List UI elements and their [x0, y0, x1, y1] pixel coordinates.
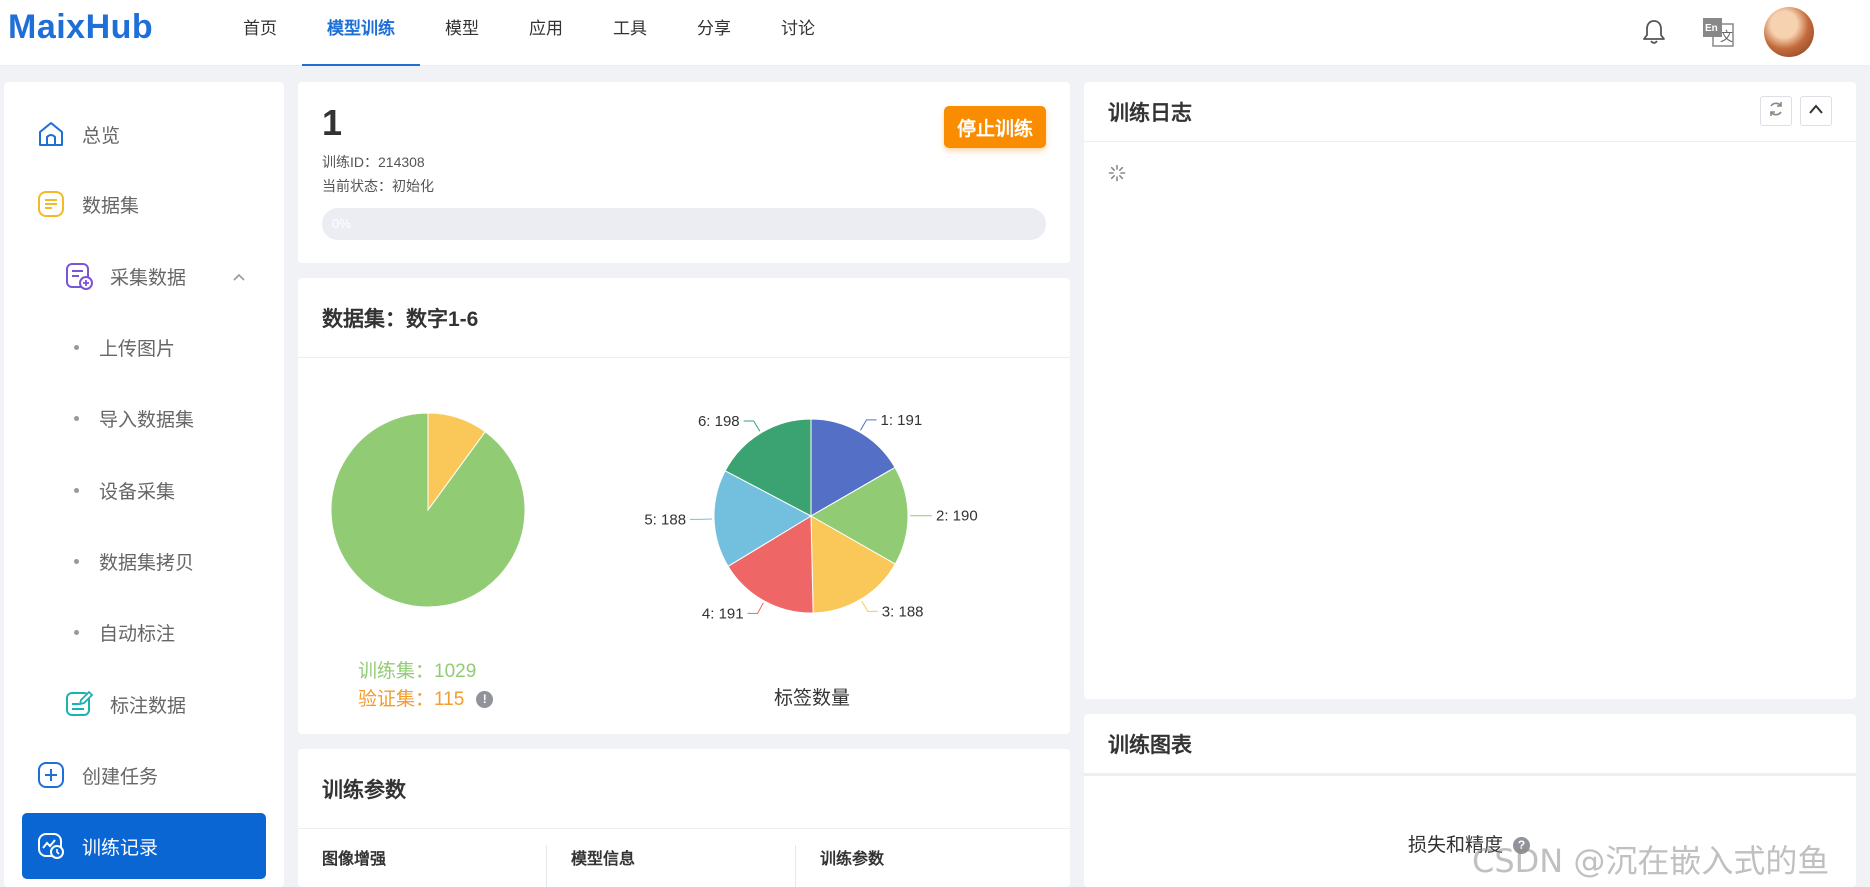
sidebar-item-label: 标注数据: [110, 695, 187, 717]
nav-model-training[interactable]: 模型训练: [302, 0, 420, 66]
sidebar-item-label: 导入数据集: [99, 409, 195, 431]
param-col-model-info: 模型信息: [547, 845, 796, 887]
bullet-dot: [74, 487, 79, 493]
label-label-line-4: [747, 602, 764, 614]
training-params-card: 训练参数 图像增强 模型信息 训练参数: [298, 749, 1070, 887]
translate-badge: En: [1705, 23, 1718, 34]
sidebar-item-dataset-copy[interactable]: 数据集拷贝: [4, 531, 284, 591]
avatar[interactable]: [1764, 7, 1814, 57]
sidebar-item-label: 总览: [82, 125, 121, 147]
loading-spinner-icon: [1108, 164, 1126, 187]
sidebar-item-label: 创建任务: [82, 766, 159, 788]
sidebar-item-overview[interactable]: 总览: [4, 104, 284, 164]
task-number: 1: [322, 102, 343, 143]
log-tools: [1760, 96, 1832, 126]
sidebar-item-dataset[interactable]: 数据集: [4, 174, 284, 234]
label-label-4: 4: 191: [702, 605, 744, 622]
task-status-card: 1 训练ID：214308 当前状态：初始化 停止训练 0%: [298, 82, 1070, 263]
info-icon[interactable]: !: [476, 691, 494, 708]
chevron-up-icon: [1808, 102, 1824, 120]
split-slice-训练集[interactable]: [330, 412, 526, 608]
chevron-up-icon[interactable]: [232, 266, 246, 288]
translate-icon[interactable]: 文 En: [1700, 14, 1736, 50]
top-right-tools: 文 En: [1636, 4, 1814, 60]
sidebar-item-label: 上传图片: [99, 338, 176, 360]
annotate-icon: [62, 687, 96, 721]
collapse-button[interactable]: [1800, 96, 1832, 126]
label-label-line-6: [743, 420, 761, 432]
bullet-dot: [74, 629, 79, 635]
nav-models[interactable]: 模型: [420, 0, 504, 66]
training-log-card: 训练日志: [1084, 82, 1856, 699]
main-nav: 首页 模型训练 模型 应用 工具 分享 讨论: [218, 0, 840, 66]
chart-card-title: 训练图表: [1084, 714, 1856, 776]
task-id: 训练ID：214308: [322, 154, 425, 170]
home-icon: [34, 117, 68, 151]
params-title: 训练参数: [298, 749, 1070, 829]
label-label-3: 3: 188: [882, 603, 924, 620]
top-navbar: MaixHub 首页 模型训练 模型 应用 工具 分享 讨论 文 En: [0, 0, 1870, 66]
dataset-icon: [34, 187, 68, 221]
sidebar-item-label: 自动标注: [99, 623, 176, 645]
bullet-dot: [74, 344, 79, 350]
logo[interactable]: MaixHub: [8, 8, 153, 47]
progress-label: 0%: [332, 216, 351, 231]
sidebar-item-label: 设备采集: [99, 481, 176, 503]
train-valid-pie-chart: [330, 412, 526, 608]
label-label-line-3: [861, 600, 878, 612]
training-progress-bar: 0%: [322, 208, 1046, 240]
sidebar-item-import-dataset[interactable]: 导入数据集: [4, 388, 284, 448]
label-count-pie-chart: 1: 191 2: 190 3: 188 4: 191 5: 188 6: 198: [644, 412, 978, 622]
label-label-1: 1: 191: [881, 412, 923, 429]
sidebar-item-device-capture[interactable]: 设备采集: [4, 460, 284, 520]
dataset-title: 数据集：数字1-6: [298, 278, 1070, 358]
sidebar-item-label: 采集数据: [110, 267, 187, 289]
param-col-augmentation: 图像增强: [298, 845, 547, 887]
sidebar-item-auto-annotate[interactable]: 自动标注: [4, 602, 284, 662]
label-label-2: 2: 190: [936, 508, 978, 525]
nav-apps[interactable]: 应用: [504, 0, 588, 66]
label-label-5: 5: 188: [644, 511, 686, 528]
record-icon: [34, 829, 68, 863]
label-label-line-1: [860, 419, 877, 431]
param-col-train-params: 训练参数: [820, 851, 885, 868]
sidebar-item-collect-data[interactable]: 采集数据: [4, 246, 284, 306]
sidebar-item-label: 数据集: [82, 195, 140, 217]
refresh-button[interactable]: [1760, 96, 1792, 126]
task-status: 当前状态：初始化: [322, 178, 434, 194]
bullet-dot: [74, 558, 79, 564]
label-label-6: 6: 198: [698, 413, 740, 430]
watermark: CSDN @沉在嵌入式的鱼: [1472, 842, 1830, 880]
collect-icon: [62, 259, 96, 293]
label-count-caption: 标签数量: [774, 688, 851, 709]
nav-home[interactable]: 首页: [218, 0, 302, 66]
log-title: 训练日志: [1084, 82, 1856, 142]
sidebar-item-label: 数据集拷贝: [99, 552, 195, 574]
param-columns: 图像增强 模型信息 训练参数: [298, 845, 1070, 887]
plus-icon: [34, 758, 68, 792]
bell-icon[interactable]: [1636, 14, 1672, 50]
stop-training-button[interactable]: 停止训练: [944, 106, 1046, 148]
nav-tools[interactable]: 工具: [588, 0, 672, 66]
train-set-label: 训练集：1029: [358, 661, 477, 682]
valid-set-label: 验证集：115: [358, 689, 465, 710]
dataset-card: 数据集：数字1-6 训练集：1029 验证集：115! 1: 191 2: 190…: [298, 278, 1070, 734]
sidebar-item-create-task[interactable]: 创建任务: [4, 745, 284, 805]
valid-set-row: 验证集：115!: [358, 684, 494, 711]
sidebar-item-training-records[interactable]: 训练记录: [22, 813, 266, 879]
sidebar: 总览 数据集 采集数据 上传图片 导入数据集 设备采集 数据集拷贝 自动标注 标…: [4, 82, 284, 887]
sidebar-item-upload-images[interactable]: 上传图片: [4, 317, 284, 377]
nav-share[interactable]: 分享: [672, 0, 756, 66]
refresh-icon: [1767, 100, 1785, 123]
sidebar-item-label: 训练记录: [82, 837, 159, 859]
nav-discuss[interactable]: 讨论: [756, 0, 840, 66]
bullet-dot: [74, 415, 79, 421]
sidebar-item-annotate-data[interactable]: 标注数据: [4, 674, 284, 734]
